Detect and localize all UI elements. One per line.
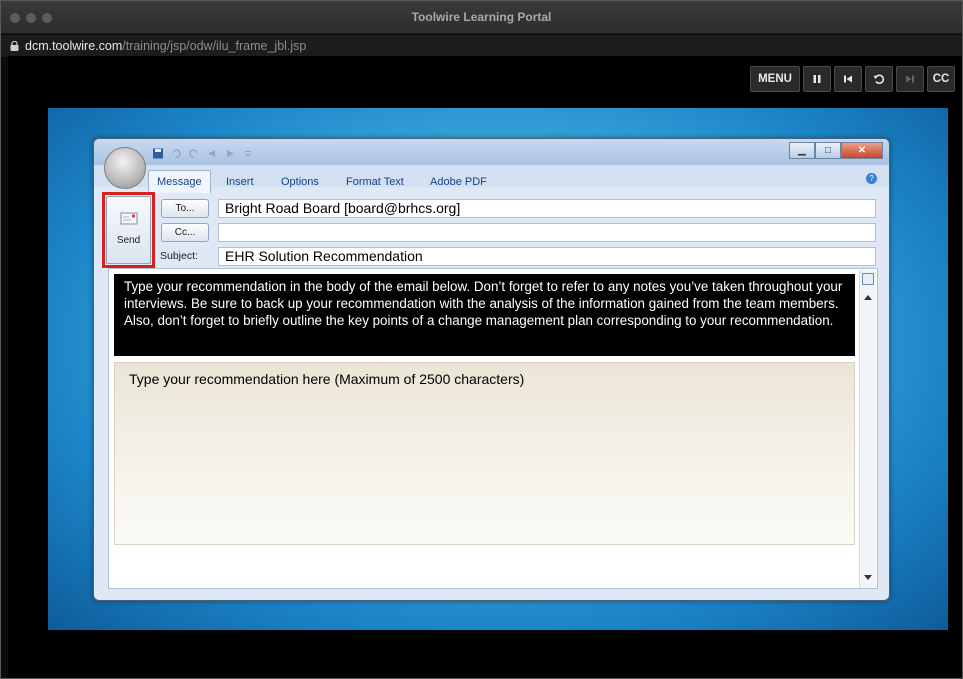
pause-button[interactable]: [803, 66, 831, 92]
cc-field[interactable]: [218, 223, 876, 242]
vertical-scrollbar[interactable]: [859, 270, 876, 588]
body-placeholder: Type your recommendation here (Maximum o…: [129, 371, 525, 387]
subject-field[interactable]: EHR Solution Recommendation: [218, 247, 876, 266]
cc-button[interactable]: Cc...: [161, 223, 209, 242]
to-button[interactable]: To...: [161, 199, 209, 218]
view-ruler-icon[interactable]: [862, 273, 874, 285]
url-domain: dcm.toolwire.com: [25, 39, 123, 53]
send-highlight-box: [102, 192, 155, 268]
player-controls: MENU CC: [750, 66, 955, 92]
next-item-icon[interactable]: [224, 146, 236, 157]
scroll-up-arrow-icon[interactable]: [864, 295, 872, 300]
replay-button[interactable]: [865, 66, 893, 92]
browser-titlebar: Toolwire Learning Portal: [1, 1, 962, 34]
minimize-button[interactable]: ▁: [789, 142, 815, 159]
menu-button[interactable]: MENU: [750, 66, 800, 92]
closed-captions-button[interactable]: CC: [927, 66, 955, 92]
undo-icon[interactable]: [170, 146, 182, 158]
tab-adobe-pdf[interactable]: Adobe PDF: [430, 176, 487, 188]
save-icon[interactable]: [152, 146, 164, 159]
ribbon-tab-bar: Message Insert Options Format Text Adobe…: [94, 165, 889, 193]
url-path: /training/jsp/odw/ilu_frame_jbl.jsp: [122, 39, 307, 53]
previous-item-icon[interactable]: [206, 146, 218, 157]
skip-back-icon: [844, 75, 852, 83]
help-icon[interactable]: ?: [866, 173, 877, 184]
window-title: Toolwire Learning Portal: [411, 10, 552, 24]
close-button[interactable]: ✕: [841, 142, 883, 159]
tab-insert[interactable]: Insert: [226, 176, 254, 188]
office-button[interactable]: [104, 147, 146, 189]
window-buttons: ▁ □ ✕: [789, 142, 883, 159]
skip-forward-icon: [906, 75, 914, 83]
quick-access-toolbar: [152, 146, 254, 159]
lock-icon: [10, 41, 19, 51]
scroll-down-arrow-icon[interactable]: [864, 575, 872, 580]
instructions-banner: Type your recommendation in the body of …: [114, 274, 855, 356]
tab-message[interactable]: Message: [148, 170, 211, 193]
address-bar[interactable]: dcm.toolwire.com/training/jsp/odw/ilu_fr…: [1, 35, 962, 57]
email-window-titlebar: ▁ □ ✕: [94, 139, 889, 165]
redo-icon[interactable]: [188, 146, 200, 158]
pause-icon: [813, 75, 821, 83]
tab-options[interactable]: Options: [281, 176, 319, 188]
replay-icon: [873, 74, 885, 84]
next-button[interactable]: [896, 66, 924, 92]
email-body-textarea[interactable]: Type your recommendation here (Maximum o…: [114, 362, 855, 545]
subject-label: Subject:: [160, 250, 198, 262]
url-text[interactable]: dcm.toolwire.com/training/jsp/odw/ilu_fr…: [25, 39, 306, 53]
restart-button[interactable]: [834, 66, 862, 92]
to-field[interactable]: Bright Road Board [board@brhcs.org]: [218, 199, 876, 218]
tab-format-text[interactable]: Format Text: [346, 176, 404, 188]
maximize-button[interactable]: □: [815, 142, 841, 159]
customize-toolbar-icon[interactable]: [242, 146, 254, 157]
